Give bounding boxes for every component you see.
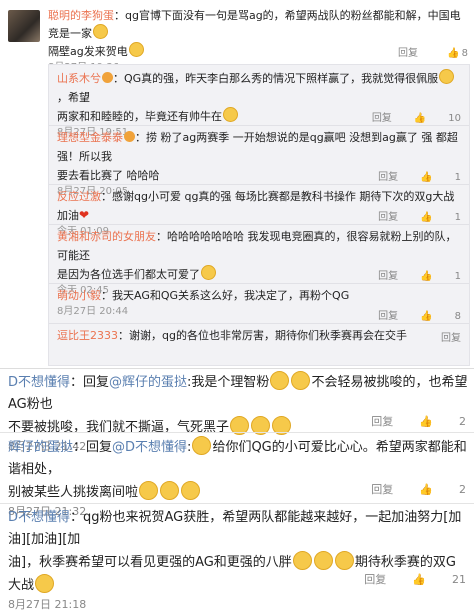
comment-actions: 回复 👍 8 (372, 44, 468, 59)
like-button[interactable]: 👍 10 (414, 113, 461, 124)
comment-actions: 回复 👍 21 (338, 571, 466, 587)
reply-username[interactable]: 山系木兮 (57, 72, 101, 85)
comment-actions: 回复 👍 2 (345, 481, 466, 497)
reply-button[interactable]: 回复 (378, 311, 398, 322)
smile-emoji-icon (93, 24, 108, 39)
divider (49, 184, 469, 185)
reply-username[interactable]: 反应过激 (57, 190, 101, 203)
comment-text: :我是个理智粉 (187, 375, 270, 390)
reply-button[interactable]: 回复 (441, 333, 461, 344)
reply-button[interactable]: 回复 (371, 483, 393, 496)
like-button[interactable]: 👍 21 (412, 573, 466, 586)
reply-username[interactable]: 逗比王2333 (57, 329, 118, 342)
comment-text: 油]，秋季赛希望可以看见更强的AG和更强的八胖 (8, 555, 292, 570)
comment-username[interactable]: 聪明的李狗蛋 (48, 9, 114, 22)
divider (49, 224, 469, 225)
like-count: 1 (454, 172, 461, 183)
like-button[interactable]: 👍 1 (420, 212, 461, 223)
reply-actions: 回复 👍 1 (356, 208, 461, 223)
divider (0, 432, 474, 433)
like-count: 2 (459, 483, 466, 496)
laugh-emoji-icon (223, 107, 238, 122)
reply-actions: 回复 👍 1 (356, 267, 461, 282)
reply-button[interactable]: 回复 (378, 271, 398, 282)
mention-link[interactable]: @辉仔的蛋挞 (109, 375, 187, 390)
reply-username[interactable]: 理想型金泰泰 (57, 131, 123, 144)
divider (0, 503, 474, 504)
like-count: 1 (454, 271, 461, 282)
comment-text: ：回复 (73, 440, 113, 455)
reply-actions: 回复 👍 8 (356, 307, 461, 322)
comment-text: 别被某些人挑拨离间啦 (8, 485, 139, 500)
vip-badge-icon (124, 131, 135, 142)
like-button[interactable]: 👍 2 (419, 415, 466, 428)
cute-emoji-icon (201, 265, 216, 280)
comment-text: : (187, 440, 192, 455)
comment-text: ：回复 (70, 375, 110, 390)
laugh-emoji-icon (291, 371, 311, 390)
reply-text: ：谢谢，qg的各位也非常厉害，期待你们秋季赛再会 (118, 329, 374, 342)
reply-actions: 回复 (419, 329, 461, 344)
reply-text: 是因为各位选手们都太可爱了 (57, 268, 200, 281)
mention-link[interactable]: @D不想懂得 (112, 440, 187, 455)
like-count: 1 (454, 212, 461, 223)
list-item: 逗比王2333：谢谢，qg的各位也非常厉害，期待你们秋季赛再会在交手 (57, 326, 462, 345)
reply-text: 要去看比赛了 哈哈哈 (57, 169, 160, 182)
laugh-emoji-icon (35, 574, 55, 593)
reply-text: ：QG真的强，昨天李白那么秀的情况下照样赢了，我就觉得很佩服 (113, 72, 439, 85)
laugh-emoji-icon (128, 42, 144, 57)
like-count: 21 (452, 573, 466, 586)
comment-time: 8月27日 21:18 (8, 598, 87, 611)
sticker-icon (334, 551, 354, 570)
smile-emoji-icon (439, 69, 455, 84)
divider (49, 283, 469, 284)
reply-thread: 聪明的李狗蛋：qg官博下面没有一句是骂ag的，希望两战队的粉丝都能和解，中国电竞… (0, 0, 474, 368)
sticker-icon (313, 551, 333, 570)
divider (49, 323, 469, 324)
vip-badge-icon (102, 72, 113, 83)
reply-text: ，希望 (57, 91, 90, 104)
avatar[interactable] (8, 10, 40, 42)
comment-text: ：qg粉也来祝贺AG获胜，希望两队都能越来越好，一起加油努力[加油][加油][加 (8, 510, 462, 547)
laugh-emoji-icon (270, 371, 290, 390)
comment-actions: 回复 👍 2 (345, 413, 466, 429)
reply-text: 在交手 (373, 329, 407, 342)
comment-list: D不想懂得：回复@辉仔的蛋挞:我是个理智粉 不会轻易被挑唆的，也希望AG粉也 不要… (0, 368, 474, 611)
reply-button[interactable]: 回复 (372, 113, 392, 124)
like-button[interactable]: 👍 2 (419, 483, 466, 496)
list-item: D不想懂得：qg粉也来祝贺AG获胜，希望两队都能越来越好，一起加油努力[加油][… (8, 507, 468, 613)
reply-button[interactable]: 回复 (378, 212, 398, 223)
reply-username[interactable]: 黄湘和赤司的女朋友 (57, 230, 156, 243)
like-button[interactable]: 👍 8 (420, 311, 461, 322)
like-button[interactable]: 👍 1 (420, 172, 461, 183)
like-button[interactable]: 👍 8 (447, 48, 468, 59)
reply-text: 两家和和睦睦的，毕竟还有帅牛在 (57, 110, 222, 123)
divider (49, 125, 469, 126)
reply-button[interactable]: 回复 (398, 48, 418, 59)
reply-list: 山系木兮 ：QG真的强，昨天李白那么秀的情况下照样赢了，我就觉得很佩服 ，希望 两家… (48, 64, 470, 366)
reply-actions: 回复 👍 1 (356, 168, 461, 183)
reply-username[interactable]: 萌动小毅 (57, 289, 101, 302)
like-count: 2 (459, 415, 466, 428)
comment-username[interactable]: 辉仔的蛋挞 (8, 440, 73, 455)
like-count: 8 (461, 48, 468, 59)
reply-text: ：我天AG和QG关系这么好，我决定了，再粉个QG (101, 289, 350, 302)
smile-emoji-icon (139, 481, 159, 500)
like-count: 10 (448, 113, 461, 124)
sticker-icon (292, 551, 312, 570)
reply-button[interactable]: 回复 (378, 172, 398, 183)
like-count: 8 (454, 311, 461, 322)
comment-username[interactable]: D不想懂得 (8, 375, 70, 390)
comment-text: 隔壁ag发来贺电 (48, 45, 128, 58)
reply-button[interactable]: 回复 (371, 415, 393, 428)
smile-emoji-icon (192, 436, 212, 455)
smile-emoji-icon (181, 481, 201, 500)
comment-username[interactable]: D不想懂得 (8, 510, 70, 525)
smile-emoji-icon (160, 481, 180, 500)
heart-icon: ❤ (79, 208, 90, 222)
reply-button[interactable]: 回复 (364, 573, 386, 586)
reply-actions: 回复 👍 10 (350, 109, 461, 124)
like-button[interactable]: 👍 1 (420, 271, 461, 282)
